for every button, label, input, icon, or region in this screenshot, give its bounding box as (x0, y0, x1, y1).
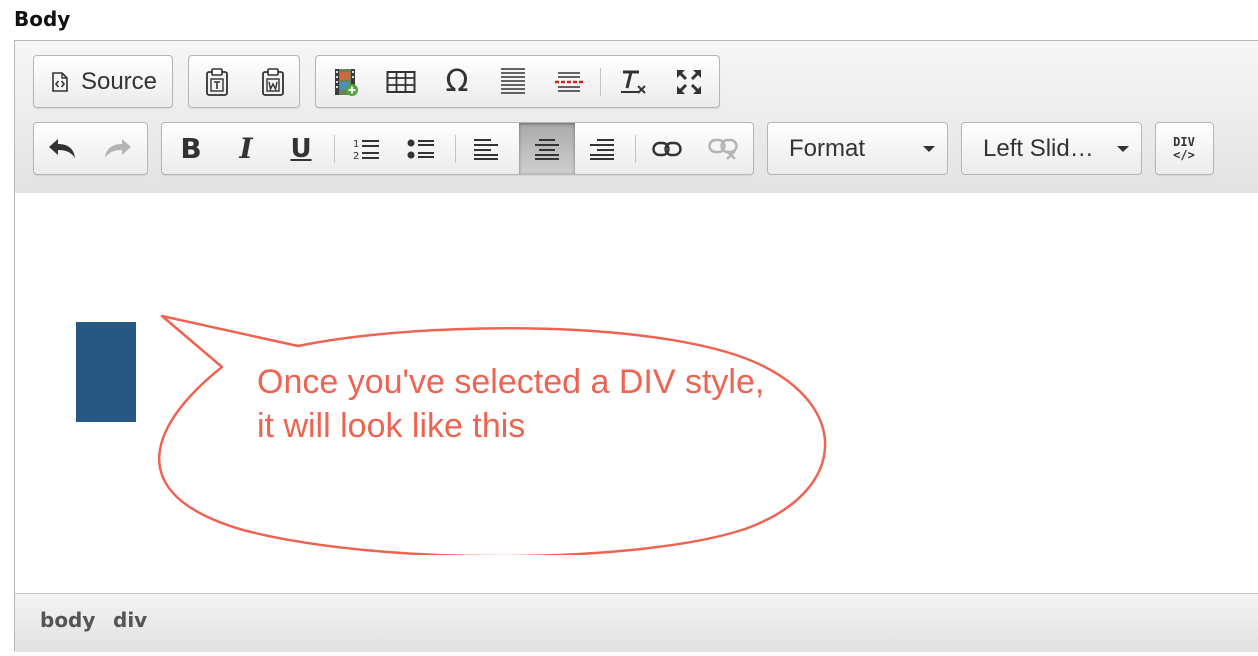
bulleted-list-icon (407, 139, 434, 158)
horizontal-line-icon (501, 67, 525, 94)
styles-dropdown-label: Left Slid… (983, 134, 1094, 162)
bulleted-list-button[interactable] (399, 126, 443, 171)
element-path-body[interactable]: body (40, 608, 95, 632)
align-center-button[interactable] (519, 123, 575, 174)
svg-text:1: 1 (353, 139, 359, 150)
link-icon (652, 141, 682, 156)
redo-button[interactable] (96, 126, 140, 171)
maximize-button[interactable] (667, 59, 711, 104)
unlink-icon (708, 138, 738, 160)
paste-from-word-icon (262, 67, 284, 96)
maximize-icon (677, 69, 701, 94)
align-center-icon (535, 138, 559, 160)
formatting-group: B I U 1 2 (161, 122, 754, 175)
italic-button[interactable]: I (224, 126, 268, 171)
chevron-down-icon (1117, 146, 1129, 152)
create-div-group: DIV </> (1155, 122, 1214, 175)
editor-content-area[interactable]: Once you've selected a DIV style, it wil… (15, 193, 1258, 593)
page-break-icon (555, 71, 583, 92)
page-break-button[interactable] (547, 59, 591, 104)
unlink-button[interactable] (701, 126, 745, 171)
format-dropdown-label: Format (789, 134, 866, 162)
underline-icon: U (290, 133, 312, 164)
horizontal-line-button[interactable] (491, 59, 535, 104)
format-dropdown[interactable]: Format (767, 122, 948, 175)
rich-text-editor: Source Ω B I U 1 2 Format Left Slid… DIV… (14, 40, 1258, 652)
undo-redo-group (33, 122, 148, 175)
source-label: Source (80, 67, 158, 95)
special-char-button[interactable]: Ω (435, 59, 479, 104)
create-div-icon-bottom: </> (1173, 147, 1195, 162)
toolbar-separator (635, 135, 636, 163)
bold-icon: B (180, 132, 202, 165)
align-left-button[interactable] (464, 126, 508, 171)
element-path-div[interactable]: div (113, 608, 147, 632)
styles-dropdown[interactable]: Left Slid… (961, 122, 1142, 175)
italic-icon: I (239, 132, 253, 165)
source-group: Source (33, 55, 173, 108)
align-right-button[interactable] (580, 126, 624, 171)
clipboard-group (188, 55, 300, 108)
align-right-icon (590, 138, 614, 160)
undo-icon (49, 138, 75, 158)
numbered-list-icon: 1 2 (353, 139, 379, 161)
svg-text:2: 2 (353, 151, 359, 161)
paste-as-text-button[interactable] (195, 59, 239, 104)
remove-format-button[interactable] (611, 59, 655, 104)
create-div-button[interactable]: DIV </> (1162, 126, 1206, 171)
numbered-list-button[interactable]: 1 2 (344, 126, 388, 171)
editor-toolbar: Source Ω B I U 1 2 Format Left Slid… DIV… (15, 41, 1258, 194)
link-button[interactable] (645, 126, 689, 171)
create-div-icon: DIV </> (1173, 134, 1195, 162)
undo-button[interactable] (40, 126, 84, 171)
element-path-bar (15, 593, 1258, 652)
source-icon (52, 71, 68, 92)
paste-as-text-icon (206, 67, 228, 96)
insert-group: Ω (315, 55, 720, 108)
toolbar-separator (455, 135, 456, 163)
special-char-omega-icon: Ω (445, 64, 469, 99)
bold-button[interactable]: B (169, 126, 213, 171)
media-icon (335, 68, 358, 96)
create-div-icon-top: DIV (1173, 134, 1195, 149)
toolbar-separator (334, 135, 335, 163)
source-button[interactable]: Source (34, 59, 172, 104)
align-left-icon (474, 138, 498, 160)
toolbar-separator (600, 68, 601, 96)
remove-format-icon (621, 70, 646, 94)
underline-button[interactable]: U (279, 126, 323, 171)
redo-icon (105, 138, 131, 158)
chevron-down-icon (923, 146, 935, 152)
table-button[interactable] (379, 59, 423, 104)
callout-text: Once you've selected a DIV style, it wil… (257, 363, 765, 445)
field-label-body: Body (14, 7, 71, 31)
table-icon (386, 70, 416, 93)
styled-div-block[interactable] (76, 322, 136, 422)
paste-from-word-button[interactable] (251, 59, 295, 104)
media-button[interactable] (324, 59, 368, 104)
